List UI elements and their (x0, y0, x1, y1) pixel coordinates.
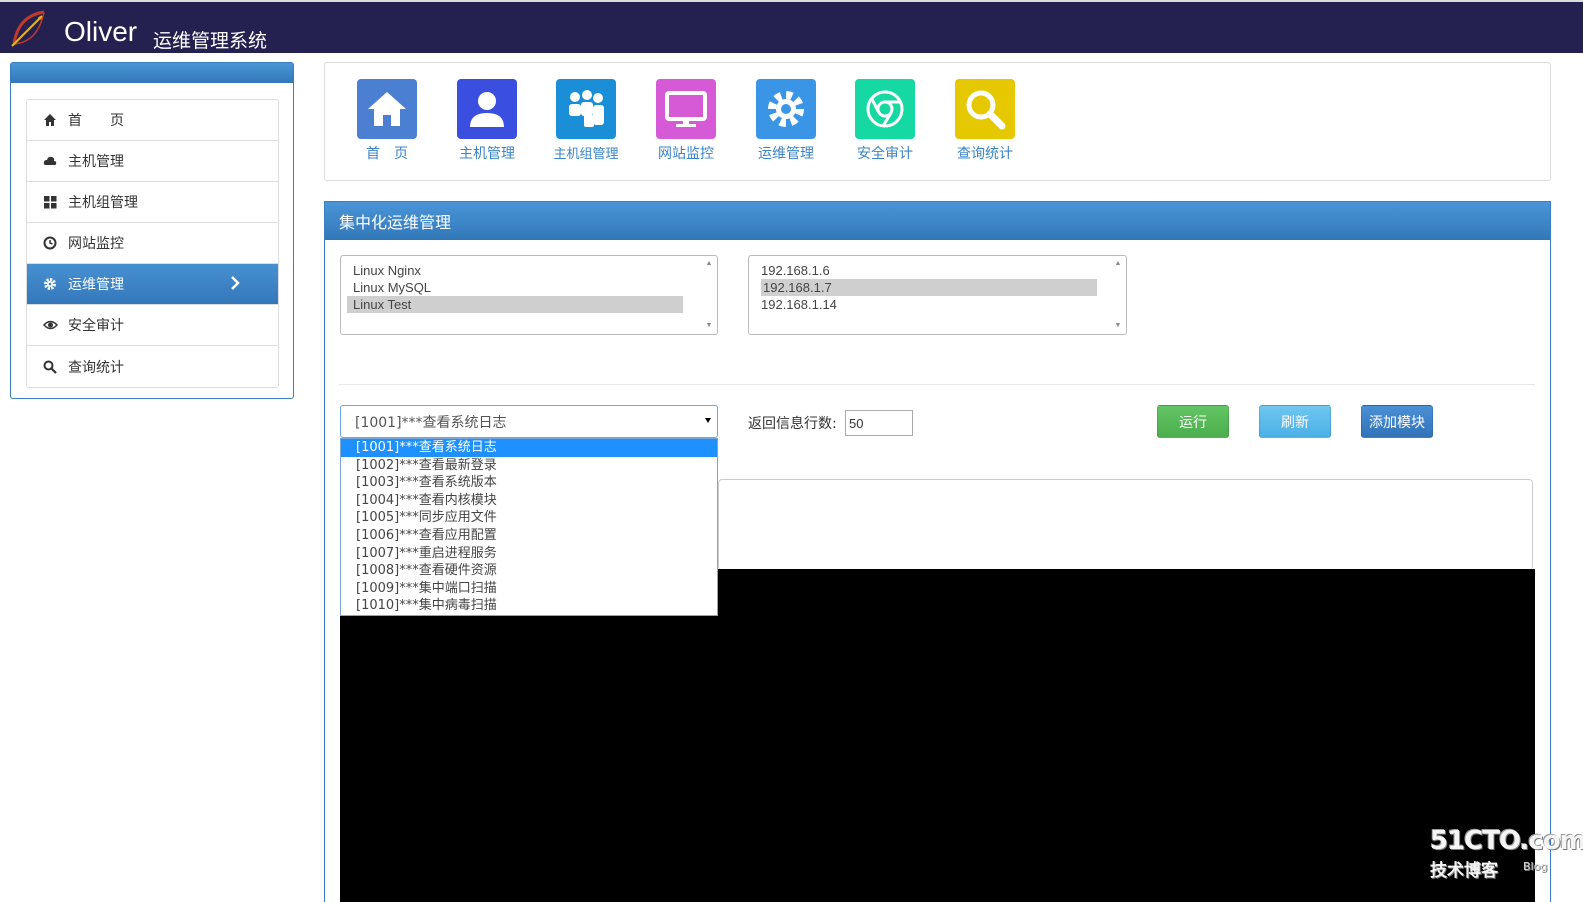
list-item[interactable]: 192.168.1.14 (755, 296, 1091, 313)
tile-label: 首 页 (366, 146, 408, 162)
module-select[interactable]: [1001]***查看系统日志 (340, 405, 718, 438)
dropdown-option[interactable]: [1002]***查看最新登录 (341, 457, 717, 475)
sidebar-item-label: 网站监控 (68, 236, 124, 252)
gear-icon (42, 276, 58, 292)
sidebar-header (11, 63, 293, 83)
sidebar-item-query-stats[interactable]: 查询统计 (27, 346, 278, 387)
dropdown-option[interactable]: [1003]***查看系统版本 (341, 474, 717, 492)
module-dropdown: [1001]***查看系统日志 [1002]***查看最新登录 [1003]**… (340, 438, 718, 616)
sidebar-item-label: 安全审计 (68, 318, 124, 334)
tile-host-groups[interactable]: 主机组管理 (546, 79, 626, 162)
dropdown-option[interactable]: [1008]***查看硬件资源 (341, 562, 717, 580)
list-item[interactable]: Linux Test (347, 296, 683, 313)
watermark-blog: Blog (1523, 860, 1548, 873)
output-header-box (718, 479, 1533, 570)
sidebar-item-label: 查询统计 (68, 359, 124, 376)
top-bar: Oliver 运维管理系统 (0, 0, 1583, 53)
rows-label: 返回信息行数: (748, 416, 837, 432)
host-group-list[interactable]: Linux Nginx Linux MySQL Linux Test ▲ ▼ (340, 255, 718, 335)
brand-subtitle: 运维管理系统 (153, 30, 268, 52)
scroll-down-icon[interactable]: ▼ (1114, 322, 1122, 330)
scroll-down-icon[interactable]: ▼ (705, 322, 713, 330)
bow-arrow-logo-icon (11, 10, 45, 47)
search-icon (42, 359, 58, 375)
list-item[interactable]: 192.168.1.6 (755, 262, 1091, 279)
dropdown-option[interactable]: [1009]***集中端口扫描 (341, 580, 717, 598)
sidebar-item-label: 主机管理 (68, 154, 124, 170)
dropdown-option[interactable]: [1004]***查看内核模块 (341, 492, 717, 510)
chrome-icon (855, 79, 915, 139)
list-item[interactable]: 192.168.1.7 (761, 279, 1097, 296)
eye-icon (42, 317, 58, 333)
monitor-icon (656, 79, 716, 139)
tile-label: 运维管理 (758, 146, 814, 162)
tile-label: 查询统计 (957, 146, 1013, 162)
watermark-main: 51CTO.com (1430, 826, 1583, 856)
list-item[interactable]: Linux Nginx (347, 262, 677, 279)
sidebar-item-home[interactable]: 首 页 (27, 100, 278, 141)
dropdown-option[interactable]: [1010]***集中病毒扫描 (341, 597, 717, 615)
tile-query-stats[interactable]: 查询统计 (945, 79, 1025, 163)
tile-label: 网站监控 (658, 146, 714, 162)
user-icon (457, 79, 517, 139)
sidebar: 首 页 主机管理 主机组管理 网站监控 运维管理 安全审计 查询统计 (10, 62, 294, 399)
sidebar-menu: 首 页 主机管理 主机组管理 网站监控 运维管理 安全审计 查询统计 (26, 99, 279, 388)
dropdown-option[interactable]: [1005]***同步应用文件 (341, 509, 717, 527)
chevron-right-icon (231, 276, 240, 290)
sidebar-item-ops[interactable]: 运维管理 (27, 264, 278, 305)
caret-down-icon (705, 418, 711, 423)
tile-label: 主机管理 (459, 146, 515, 162)
sidebar-item-label: 首 页 (68, 113, 124, 129)
sidebar-item-label: 运维管理 (68, 277, 124, 293)
tile-site-monitor[interactable]: 网站监控 (646, 79, 726, 163)
shortcut-panel: 首 页 主机管理 主机组管理 网站监控 运维管理 安全审计 查询统计 (324, 62, 1551, 181)
tile-hosts[interactable]: 主机管理 (447, 79, 527, 163)
tile-home[interactable]: 首 页 (347, 79, 427, 163)
add-module-button[interactable]: 添加模块 (1361, 405, 1433, 438)
users-icon (556, 79, 616, 139)
grid-icon (42, 194, 58, 210)
output-terminal[interactable] (340, 569, 1535, 902)
host-list[interactable]: 192.168.1.6 192.168.1.7 192.168.1.14 ▲ ▼ (748, 255, 1127, 335)
tile-security-audit[interactable]: 安全审计 (845, 79, 925, 163)
gear-icon (756, 79, 816, 139)
home-icon (357, 79, 417, 139)
scroll-up-icon[interactable]: ▲ (705, 260, 713, 268)
home-icon (42, 112, 58, 128)
tile-label: 安全审计 (857, 146, 913, 162)
scroll-up-icon[interactable]: ▲ (1114, 260, 1122, 268)
dropdown-option[interactable]: [1006]***查看应用配置 (341, 527, 717, 545)
dropdown-option[interactable]: [1007]***重启进程服务 (341, 545, 717, 563)
module-select-value: [1001]***查看系统日志 (355, 414, 507, 431)
list-item[interactable]: Linux MySQL (347, 279, 677, 296)
sidebar-item-label: 主机组管理 (68, 195, 138, 211)
clock-icon (42, 235, 58, 251)
brand-name[interactable]: Oliver (64, 16, 137, 48)
search-icon (955, 79, 1015, 139)
sidebar-item-hosts[interactable]: 主机管理 (27, 141, 278, 182)
watermark: 51CTO.com 技术博客 Blog (1430, 826, 1583, 886)
tile-label: 主机组管理 (553, 147, 619, 162)
sidebar-item-security-audit[interactable]: 安全审计 (27, 305, 278, 346)
refresh-button[interactable]: 刷新 (1259, 405, 1331, 438)
cloud-icon (42, 153, 58, 169)
rows-input[interactable] (845, 410, 913, 436)
tile-ops[interactable]: 运维管理 (746, 79, 826, 163)
divider (339, 384, 1535, 385)
sidebar-item-host-groups[interactable]: 主机组管理 (27, 182, 278, 223)
run-button[interactable]: 运行 (1157, 405, 1229, 438)
panel-title: 集中化运维管理 (325, 202, 1550, 240)
sidebar-item-site-monitor[interactable]: 网站监控 (27, 223, 278, 264)
dropdown-option[interactable]: [1001]***查看系统日志 (341, 439, 717, 457)
